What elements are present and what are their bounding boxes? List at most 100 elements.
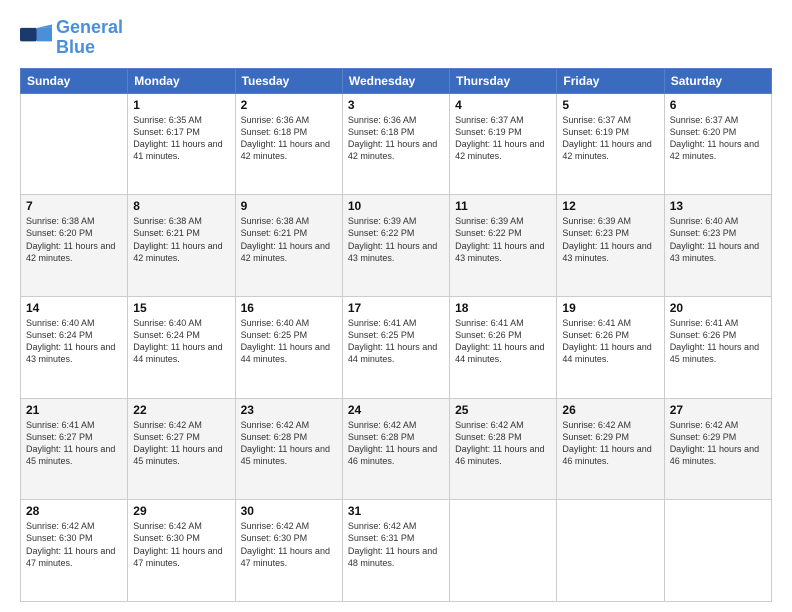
day-number: 6 xyxy=(670,98,766,112)
cell-content: Sunrise: 6:40 AMSunset: 6:24 PMDaylight:… xyxy=(133,317,229,366)
calendar-cell: 21 Sunrise: 6:41 AMSunset: 6:27 PMDayligh… xyxy=(21,398,128,500)
day-number: 12 xyxy=(562,199,658,213)
weekday-header-saturday: Saturday xyxy=(664,68,771,93)
calendar-cell xyxy=(450,500,557,602)
day-number: 9 xyxy=(241,199,337,213)
calendar-cell: 30 Sunrise: 6:42 AMSunset: 6:30 PMDayligh… xyxy=(235,500,342,602)
cell-content: Sunrise: 6:42 AMSunset: 6:28 PMDaylight:… xyxy=(348,419,444,468)
weekday-header-friday: Friday xyxy=(557,68,664,93)
calendar-cell: 16 Sunrise: 6:40 AMSunset: 6:25 PMDayligh… xyxy=(235,296,342,398)
cell-content: Sunrise: 6:42 AMSunset: 6:28 PMDaylight:… xyxy=(455,419,551,468)
calendar-cell: 20 Sunrise: 6:41 AMSunset: 6:26 PMDayligh… xyxy=(664,296,771,398)
day-number: 10 xyxy=(348,199,444,213)
cell-content: Sunrise: 6:41 AMSunset: 6:25 PMDaylight:… xyxy=(348,317,444,366)
cell-content: Sunrise: 6:40 AMSunset: 6:23 PMDaylight:… xyxy=(670,215,766,264)
day-number: 18 xyxy=(455,301,551,315)
calendar-table: SundayMondayTuesdayWednesdayThursdayFrid… xyxy=(20,68,772,602)
cell-content: Sunrise: 6:39 AMSunset: 6:23 PMDaylight:… xyxy=(562,215,658,264)
day-number: 26 xyxy=(562,403,658,417)
day-number: 7 xyxy=(26,199,122,213)
header: General Blue xyxy=(20,18,772,58)
cell-content: Sunrise: 6:42 AMSunset: 6:30 PMDaylight:… xyxy=(133,520,229,569)
calendar-cell: 23Sunrise: 6:42 AMSunset: 6:28 PMDayligh… xyxy=(235,398,342,500)
day-number: 14 xyxy=(26,301,122,315)
day-number: 2 xyxy=(241,98,337,112)
calendar-cell xyxy=(557,500,664,602)
cell-content: Sunrise: 6:38 AMSunset: 6:20 PMDaylight:… xyxy=(26,215,122,264)
day-number: 24 xyxy=(348,403,444,417)
calendar-cell: 7 Sunrise: 6:38 AMSunset: 6:20 PMDaylight… xyxy=(21,195,128,297)
calendar-cell: 11 Sunrise: 6:39 AMSunset: 6:22 PMDayligh… xyxy=(450,195,557,297)
day-number: 28 xyxy=(26,504,122,518)
calendar-cell: 3 Sunrise: 6:36 AMSunset: 6:18 PMDaylight… xyxy=(342,93,449,195)
calendar-cell: 22Sunrise: 6:42 AMSunset: 6:27 PMDayligh… xyxy=(128,398,235,500)
weekday-header-wednesday: Wednesday xyxy=(342,68,449,93)
weekday-header-monday: Monday xyxy=(128,68,235,93)
day-number: 25 xyxy=(455,403,551,417)
day-number: 1 xyxy=(133,98,229,112)
day-number: 3 xyxy=(348,98,444,112)
day-number: 20 xyxy=(670,301,766,315)
calendar-cell: 6Sunrise: 6:37 AMSunset: 6:20 PMDaylight… xyxy=(664,93,771,195)
calendar-cell: 9Sunrise: 6:38 AMSunset: 6:21 PMDaylight… xyxy=(235,195,342,297)
generalblue-logo-icon xyxy=(20,24,52,52)
calendar-cell: 18Sunrise: 6:41 AMSunset: 6:26 PMDayligh… xyxy=(450,296,557,398)
calendar-cell: 10 Sunrise: 6:39 AMSunset: 6:22 PMDayligh… xyxy=(342,195,449,297)
calendar-cell: 31 Sunrise: 6:42 AMSunset: 6:31 PMDayligh… xyxy=(342,500,449,602)
calendar-week-row: 21 Sunrise: 6:41 AMSunset: 6:27 PMDayligh… xyxy=(21,398,772,500)
cell-content: Sunrise: 6:35 AMSunset: 6:17 PMDaylight:… xyxy=(133,114,229,163)
logo-text: General Blue xyxy=(56,18,123,58)
calendar-week-row: 7 Sunrise: 6:38 AMSunset: 6:20 PMDaylight… xyxy=(21,195,772,297)
cell-content: Sunrise: 6:40 AMSunset: 6:25 PMDaylight:… xyxy=(241,317,337,366)
day-number: 27 xyxy=(670,403,766,417)
calendar-cell xyxy=(21,93,128,195)
cell-content: Sunrise: 6:41 AMSunset: 6:26 PMDaylight:… xyxy=(670,317,766,366)
calendar-week-row: 28 Sunrise: 6:42 AMSunset: 6:30 PMDayligh… xyxy=(21,500,772,602)
cell-content: Sunrise: 6:42 AMSunset: 6:30 PMDaylight:… xyxy=(241,520,337,569)
day-number: 17 xyxy=(348,301,444,315)
day-number: 4 xyxy=(455,98,551,112)
cell-content: Sunrise: 6:42 AMSunset: 6:28 PMDaylight:… xyxy=(241,419,337,468)
cell-content: Sunrise: 6:36 AMSunset: 6:18 PMDaylight:… xyxy=(348,114,444,163)
calendar-cell: 19 Sunrise: 6:41 AMSunset: 6:26 PMDayligh… xyxy=(557,296,664,398)
calendar-cell: 15 Sunrise: 6:40 AMSunset: 6:24 PMDayligh… xyxy=(128,296,235,398)
calendar-cell: 17 Sunrise: 6:41 AMSunset: 6:25 PMDayligh… xyxy=(342,296,449,398)
calendar-cell: 12 Sunrise: 6:39 AMSunset: 6:23 PMDayligh… xyxy=(557,195,664,297)
calendar-cell: 25 Sunrise: 6:42 AMSunset: 6:28 PMDayligh… xyxy=(450,398,557,500)
calendar-cell: 29 Sunrise: 6:42 AMSunset: 6:30 PMDayligh… xyxy=(128,500,235,602)
calendar-cell: 4Sunrise: 6:37 AMSunset: 6:19 PMDaylight… xyxy=(450,93,557,195)
calendar-cell: 1 Sunrise: 6:35 AMSunset: 6:17 PMDaylight… xyxy=(128,93,235,195)
day-number: 16 xyxy=(241,301,337,315)
cell-content: Sunrise: 6:42 AMSunset: 6:27 PMDaylight:… xyxy=(133,419,229,468)
day-number: 30 xyxy=(241,504,337,518)
calendar-cell: 5Sunrise: 6:37 AMSunset: 6:19 PMDaylight… xyxy=(557,93,664,195)
calendar-week-row: 14 Sunrise: 6:40 AMSunset: 6:24 PMDayligh… xyxy=(21,296,772,398)
cell-content: Sunrise: 6:39 AMSunset: 6:22 PMDaylight:… xyxy=(348,215,444,264)
cell-content: Sunrise: 6:42 AMSunset: 6:30 PMDaylight:… xyxy=(26,520,122,569)
calendar-header-row: SundayMondayTuesdayWednesdayThursdayFrid… xyxy=(21,68,772,93)
cell-content: Sunrise: 6:42 AMSunset: 6:31 PMDaylight:… xyxy=(348,520,444,569)
day-number: 19 xyxy=(562,301,658,315)
calendar-week-row: 1 Sunrise: 6:35 AMSunset: 6:17 PMDaylight… xyxy=(21,93,772,195)
page: General Blue SundayMondayTuesdayWednesda… xyxy=(0,0,792,612)
cell-content: Sunrise: 6:42 AMSunset: 6:29 PMDaylight:… xyxy=(670,419,766,468)
cell-content: Sunrise: 6:37 AMSunset: 6:19 PMDaylight:… xyxy=(562,114,658,163)
cell-content: Sunrise: 6:41 AMSunset: 6:27 PMDaylight:… xyxy=(26,419,122,468)
calendar-cell: 8 Sunrise: 6:38 AMSunset: 6:21 PMDaylight… xyxy=(128,195,235,297)
cell-content: Sunrise: 6:42 AMSunset: 6:29 PMDaylight:… xyxy=(562,419,658,468)
cell-content: Sunrise: 6:38 AMSunset: 6:21 PMDaylight:… xyxy=(133,215,229,264)
day-number: 21 xyxy=(26,403,122,417)
day-number: 11 xyxy=(455,199,551,213)
calendar-cell: 27 Sunrise: 6:42 AMSunset: 6:29 PMDayligh… xyxy=(664,398,771,500)
weekday-header-tuesday: Tuesday xyxy=(235,68,342,93)
calendar-cell xyxy=(664,500,771,602)
calendar-cell: 24 Sunrise: 6:42 AMSunset: 6:28 PMDayligh… xyxy=(342,398,449,500)
cell-content: Sunrise: 6:41 AMSunset: 6:26 PMDaylight:… xyxy=(562,317,658,366)
day-number: 31 xyxy=(348,504,444,518)
day-number: 29 xyxy=(133,504,229,518)
day-number: 15 xyxy=(133,301,229,315)
day-number: 8 xyxy=(133,199,229,213)
calendar-cell: 13Sunrise: 6:40 AMSunset: 6:23 PMDayligh… xyxy=(664,195,771,297)
cell-content: Sunrise: 6:39 AMSunset: 6:22 PMDaylight:… xyxy=(455,215,551,264)
cell-content: Sunrise: 6:36 AMSunset: 6:18 PMDaylight:… xyxy=(241,114,337,163)
